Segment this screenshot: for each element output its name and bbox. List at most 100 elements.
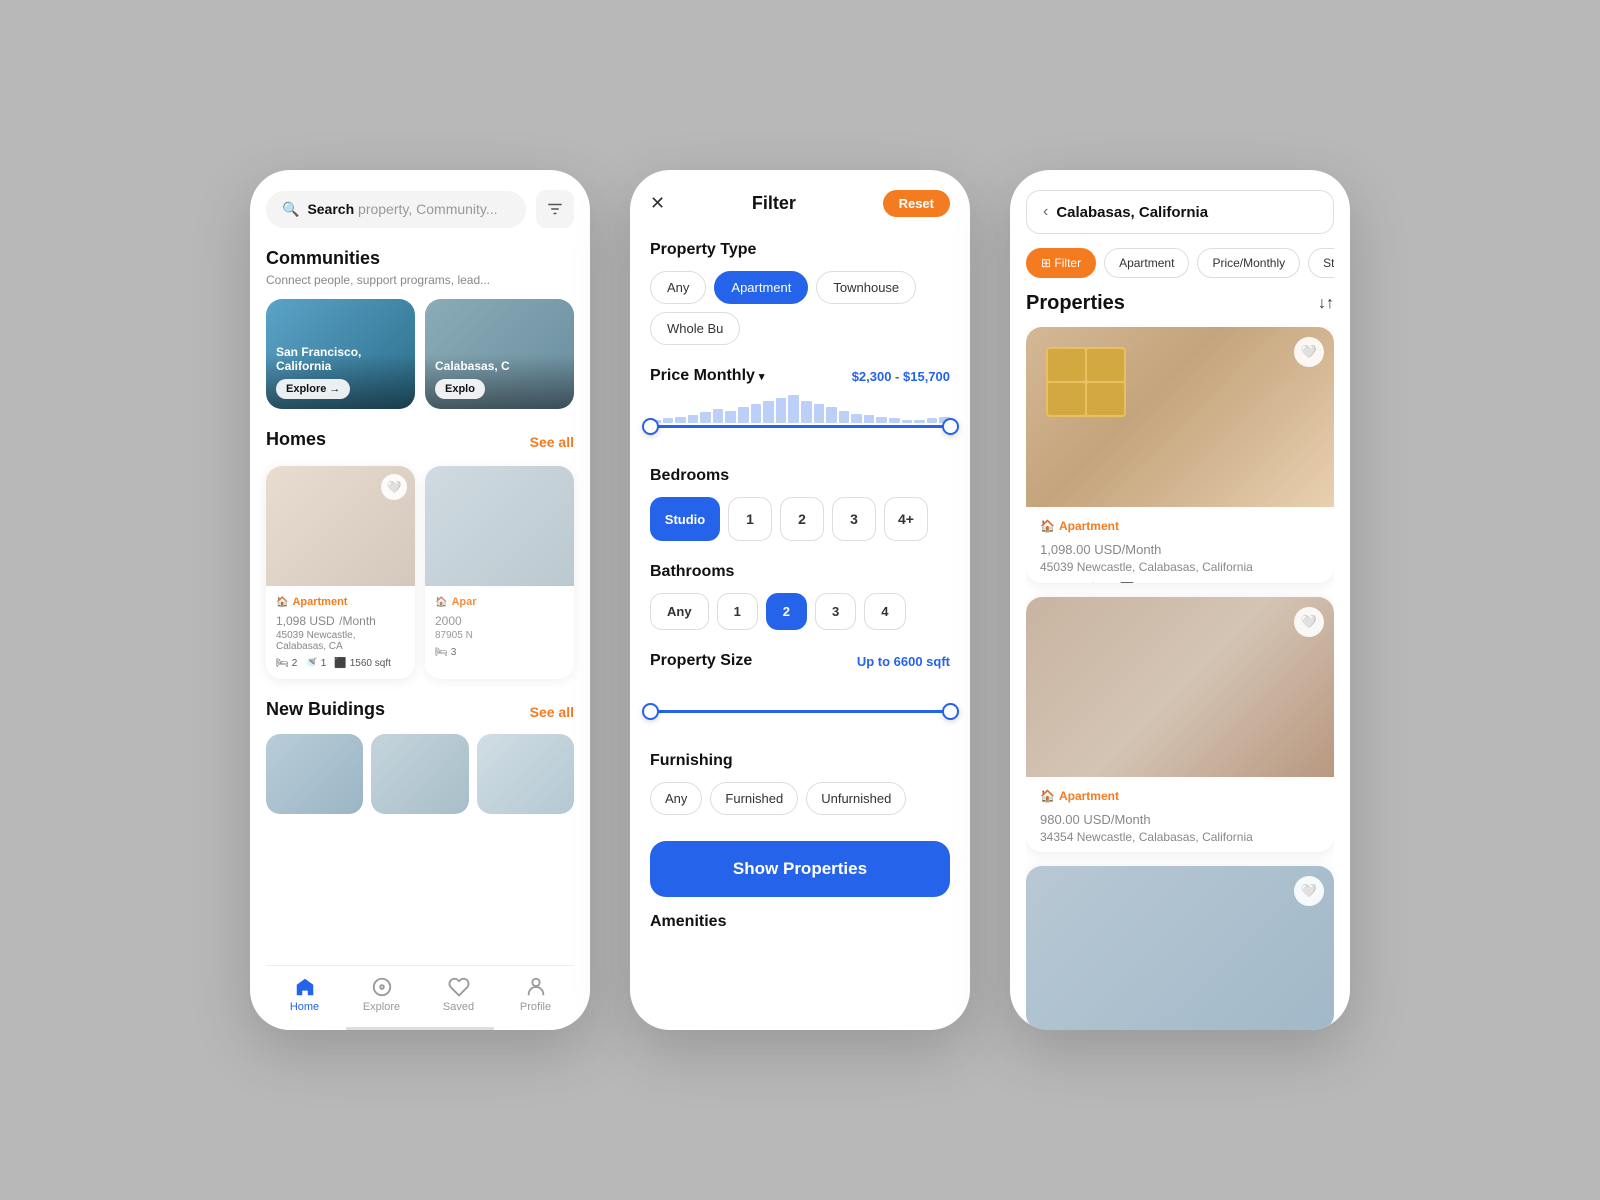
home-card-2-info: 🏠 Apar 2000 87905 N 🛏 3 — [425, 586, 574, 668]
homes-see-all[interactable]: See all — [530, 434, 574, 450]
bedroom-1-chip[interactable]: 1 — [728, 497, 772, 541]
location-bar[interactable]: ‹ Calabasas, California — [1026, 190, 1334, 234]
community-card-cal-overlay: Calabasas, C Explo — [425, 299, 574, 409]
home-nav-icon — [294, 976, 316, 998]
price-slider[interactable] — [650, 395, 950, 445]
new-buildings-header: New Buidings See all — [266, 699, 574, 724]
screen-2-filter: ✕ Filter Reset Property Type Any Apartme… — [630, 170, 970, 1030]
home-card-1-favorite[interactable]: 🤍 — [381, 474, 407, 500]
search-bar[interactable]: 🔍 Search property, Community... — [266, 190, 574, 228]
bedroom-3-chip[interactable]: 3 — [832, 497, 876, 541]
amenities-label: Amenities — [650, 913, 950, 931]
chip-price-monthly[interactable]: Price/Monthly — [1197, 248, 1300, 278]
chip-studio[interactable]: Studio — [1308, 248, 1334, 278]
nav-home[interactable]: Home — [266, 976, 343, 1013]
homes-header: Homes See all — [266, 429, 574, 454]
new-buildings-cards — [266, 734, 574, 814]
property-card-2-badge: 🏠 Apartment — [1040, 789, 1320, 803]
community-card-cal[interactable]: Calabasas, C Explo — [425, 299, 574, 409]
reset-button[interactable]: Reset — [883, 190, 950, 217]
home-card-2-beds: 🛏 3 — [435, 647, 456, 658]
property-card-1-price: 1,098.00 USD/Month — [1040, 537, 1320, 560]
furn-furnished-chip[interactable]: Furnished — [710, 782, 798, 815]
home-card-1-badge: 🏠 Apartment — [276, 596, 405, 608]
prop-2-sqft: ⬛ 1360 sqft — [1120, 852, 1188, 853]
close-button[interactable]: ✕ — [650, 193, 665, 214]
property-card-1-meta: 🛏 2 🚿 1 ⬛ 1560 sqft — [1040, 582, 1320, 583]
bedrooms-label: Bedrooms — [650, 467, 950, 485]
homes-title: Homes — [266, 429, 326, 450]
property-card-1-address: 45039 Newcastle, Calabasas, California — [1040, 560, 1320, 574]
home-card-2-image — [425, 466, 574, 586]
type-townhouse-chip[interactable]: Townhouse — [816, 271, 916, 304]
saved-nav-icon — [448, 976, 470, 998]
explore-cal-button[interactable]: Explo — [435, 379, 485, 399]
community-card-sf[interactable]: San Francisco, California Explore → — [266, 299, 415, 409]
property-card-2-price: 980.00 USD/Month — [1040, 807, 1320, 830]
bedroom-2-chip[interactable]: 2 — [780, 497, 824, 541]
home-card-1-meta: 🛏 2 🚿 1 ⬛ 1560 sqft — [276, 658, 405, 669]
home-card-1-image: 🤍 — [266, 466, 415, 586]
bath-4-chip[interactable]: 4 — [864, 593, 905, 630]
explore-nav-icon — [371, 976, 393, 998]
type-apartment-chip[interactable]: Apartment — [714, 271, 808, 304]
home-indicator-bar — [346, 1027, 494, 1030]
home-card-2-price: 2000 — [435, 612, 564, 630]
show-properties-button[interactable]: Show Properties — [650, 841, 950, 897]
nav-saved[interactable]: Saved — [420, 976, 497, 1013]
slider-thumb-left-size[interactable] — [642, 703, 659, 720]
filter-icon-button[interactable] — [536, 190, 574, 228]
property-size-value: Up to 6600 sqft — [857, 654, 950, 669]
bed-icon-p1: 🛏 — [1040, 582, 1055, 583]
furn-unfurnished-chip[interactable]: Unfurnished — [806, 782, 906, 815]
bedroom-4plus-chip[interactable]: 4+ — [884, 497, 928, 541]
size-slider[interactable] — [650, 680, 950, 730]
search-input-container[interactable]: 🔍 Search property, Community... — [266, 191, 526, 228]
apartment-badge-icon-2: 🏠 — [435, 597, 447, 608]
nav-saved-label: Saved — [443, 1001, 474, 1013]
new-buildings-see-all[interactable]: See all — [530, 704, 574, 720]
furn-any-chip[interactable]: Any — [650, 782, 702, 815]
new-building-card-3[interactable] — [477, 734, 574, 814]
property-card-2[interactable]: 🤍 🏠 Apartment 980.00 USD/Month 34354 New… — [1026, 597, 1334, 853]
bedroom-studio-chip[interactable]: Studio — [650, 497, 720, 541]
home-card-1-sqft: ⬛ 1560 sqft — [334, 658, 391, 669]
explore-sf-button[interactable]: Explore → — [276, 379, 350, 399]
slider-thumb-right-size[interactable] — [942, 703, 959, 720]
profile-nav-icon — [525, 976, 547, 998]
communities-section: Communities Connect people, support prog… — [266, 248, 574, 429]
bath-2-chip[interactable]: 2 — [766, 593, 807, 630]
bottom-nav: Home Explore Saved — [266, 965, 574, 1021]
property-card-3-favorite[interactable]: 🤍 — [1294, 876, 1324, 906]
property-card-1-favorite[interactable]: 🤍 — [1294, 337, 1324, 367]
bath-1-chip[interactable]: 1 — [717, 593, 758, 630]
property-card-2-favorite[interactable]: 🤍 — [1294, 607, 1324, 637]
chip-filter[interactable]: ⊞ Filter — [1026, 248, 1096, 278]
community-name-sf: San Francisco, California — [276, 345, 405, 373]
new-building-card-2[interactable] — [371, 734, 468, 814]
bath-any-chip[interactable]: Any — [650, 593, 709, 630]
home-card-1[interactable]: 🤍 🏠 Apartment 1,098 USD /Month 45039 New… — [266, 466, 415, 679]
sort-button[interactable]: ↓↑ — [1318, 295, 1334, 313]
nav-profile[interactable]: Profile — [497, 976, 574, 1013]
slider-thumb-left-price[interactable] — [642, 418, 659, 435]
bedroom-options: Studio 1 2 3 4+ — [650, 497, 950, 541]
type-any-chip[interactable]: Any — [650, 271, 706, 304]
home-card-1-beds: 🛏 2 — [276, 658, 297, 669]
home-card-2-address: 87905 N — [435, 630, 564, 641]
type-whole-bu-chip[interactable]: Whole Bu — [650, 312, 740, 345]
bath-3-chip[interactable]: 3 — [815, 593, 856, 630]
new-building-card-1[interactable] — [266, 734, 363, 814]
nav-explore[interactable]: Explore — [343, 976, 420, 1013]
price-dropdown-icon: ▾ — [759, 370, 765, 383]
search-placeholder: Search property, Community... — [307, 201, 497, 217]
home-card-2[interactable]: 🏠 Apar 2000 87905 N 🛏 3 — [425, 466, 574, 679]
property-card-1-info: 🏠 Apartment 1,098.00 USD/Month 45039 New… — [1026, 507, 1334, 583]
slider-thumb-right-price[interactable] — [942, 418, 959, 435]
property-card-1[interactable]: 🤍 🏠 Apartment 1,098.00 USD/Month 45039 N… — [1026, 327, 1334, 583]
property-size-section: Property Size Up to 6600 sqft — [650, 652, 950, 730]
back-button[interactable]: ‹ — [1043, 203, 1048, 221]
chip-apartment[interactable]: Apartment — [1104, 248, 1189, 278]
property-card-3[interactable]: 🤍 — [1026, 866, 1334, 1030]
home-card-1-address: 45039 Newcastle, Calabasas, CA — [276, 630, 405, 652]
